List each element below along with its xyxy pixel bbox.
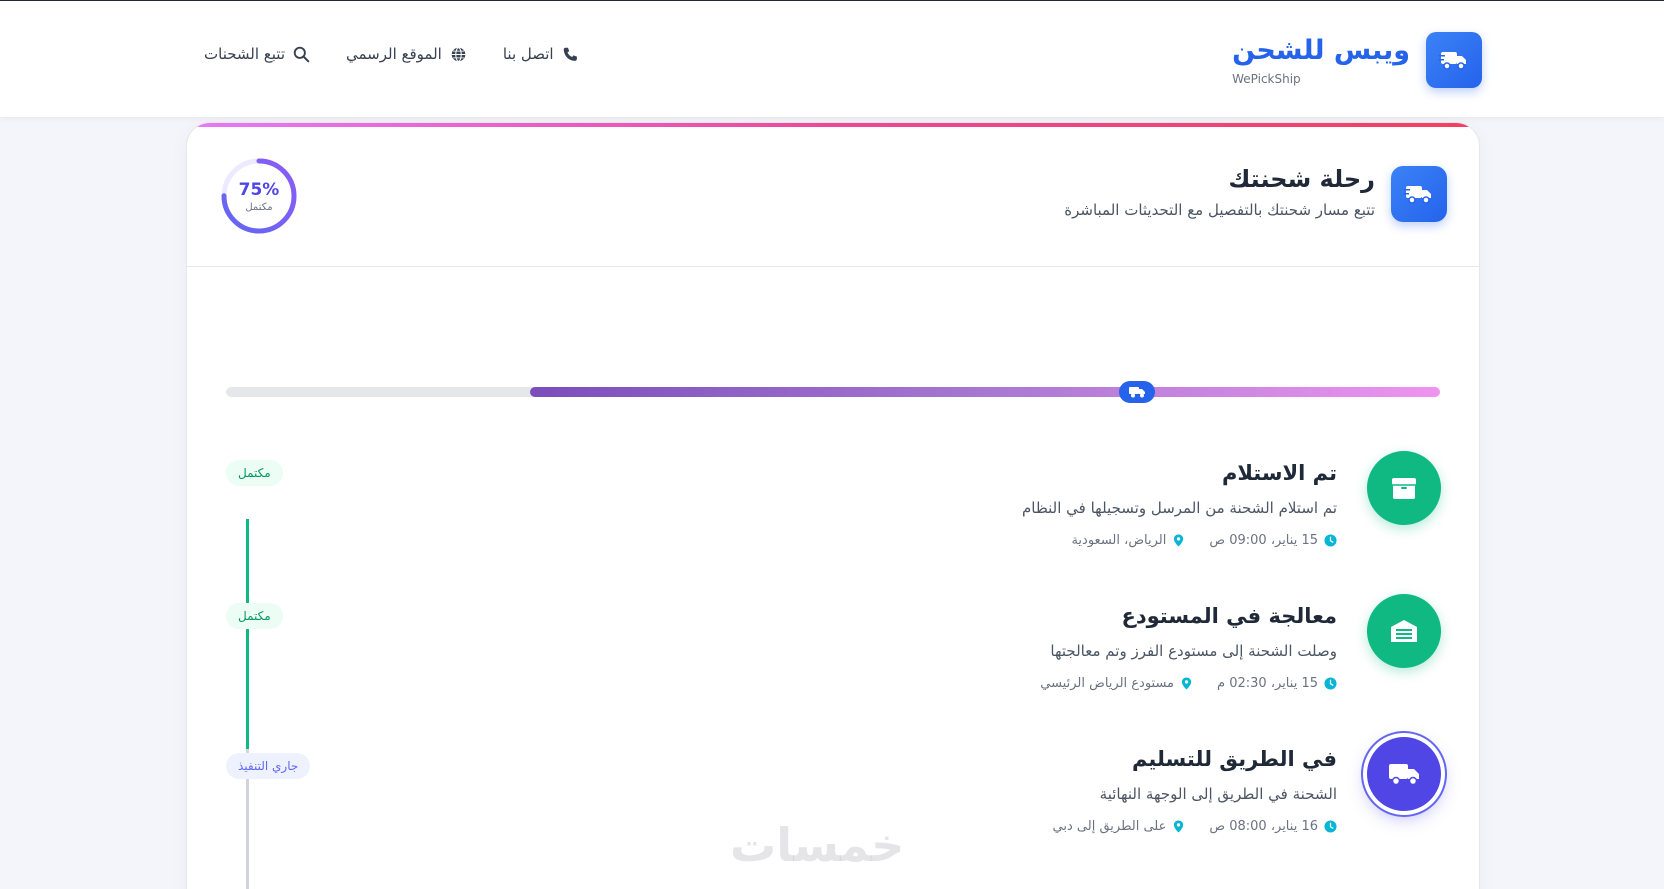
progress-label: مكتمل <box>245 201 273 213</box>
step-location: مستودع الرياض الرئيسي <box>1040 676 1193 691</box>
phone-icon <box>563 47 577 61</box>
clock-icon <box>1324 677 1337 690</box>
brand-name: ويبس للشحن <box>1232 35 1410 66</box>
location-pin-icon <box>1174 534 1184 547</box>
progress-track-fill <box>529 387 1440 397</box>
location-pin-icon <box>1181 677 1192 690</box>
step-time: 15 يناير، 09:00 ص <box>1209 533 1337 548</box>
watermark: خمسات <box>730 818 905 872</box>
nav-track-shipments[interactable]: تتبع الشحنات <box>204 45 310 63</box>
step-time: 15 يناير، 02:30 م <box>1217 676 1337 691</box>
journey-card: رحلة شحنتك تتبع مسار شحنتك بالتفصيل مع ا… <box>186 122 1480 889</box>
step-location-text: مستودع الرياض الرئيسي <box>1040 676 1175 691</box>
truck-icon <box>1389 764 1419 786</box>
step-icon-circle <box>1367 451 1441 525</box>
truck-icon <box>1404 186 1431 204</box>
step-location-text: الرياض، السعودية <box>1071 533 1167 548</box>
journey-subtitle: تتبع مسار شحنتك بالتفصيل مع التحديثات ال… <box>1064 201 1375 219</box>
truck-icon <box>1128 387 1145 398</box>
top-header: ويبس للشحن WePickShip تتبع الشحنات الموق… <box>0 0 1664 117</box>
status-badge: مكتمل <box>226 603 283 629</box>
step-description: وصلت الشحنة إلى مستودع الفرز وتم معالجته… <box>1050 642 1337 660</box>
step-title: تم الاستلام <box>1221 461 1337 485</box>
step-title: معالجة في المستودع <box>1121 604 1337 628</box>
progress-track <box>226 381 1440 403</box>
nav-official-site[interactable]: الموقع الرسمي <box>346 45 467 63</box>
brand-logo <box>1426 32 1482 88</box>
progress-truck-marker <box>1118 381 1155 403</box>
globe-icon <box>451 46 466 62</box>
progress-percent: 75% <box>238 179 280 200</box>
main-nav: تتبع الشحنات الموقع الرسمي اتصل بنا <box>204 45 579 63</box>
journey-header: رحلة شحنتك تتبع مسار شحنتك بالتفصيل مع ا… <box>187 127 1479 267</box>
progress-ring: 75% مكتمل <box>219 156 299 236</box>
step-time-text: 15 يناير، 02:30 م <box>1217 676 1318 691</box>
timeline-step-warehouse: معالجة في المستودع وصلت الشحنة إلى مستود… <box>187 594 1479 734</box>
brand-subtitle: WePickShip <box>1232 72 1301 86</box>
box-icon <box>1392 478 1416 499</box>
step-location: الرياض، السعودية <box>1071 533 1185 548</box>
nav-label: الموقع الرسمي <box>346 45 442 63</box>
step-icon-circle <box>1367 594 1441 668</box>
step-description: الشحنة في الطريق إلى الوجهة النهائية <box>1099 785 1337 803</box>
journey-title: رحلة شحنتك <box>1228 165 1375 193</box>
clock-icon <box>1324 820 1337 833</box>
truck-icon <box>1439 52 1466 70</box>
status-badge: مكتمل <box>226 460 283 486</box>
step-icon-circle <box>1367 737 1441 811</box>
step-description: تم استلام الشحنة من المرسل وتسجيلها في ا… <box>1021 499 1337 517</box>
search-icon <box>293 46 310 62</box>
nav-label: اتصل بنا <box>502 45 554 63</box>
clock-icon <box>1324 534 1337 547</box>
step-location: على الطريق إلى دبي <box>1053 819 1186 834</box>
brand[interactable]: ويبس للشحن WePickShip <box>1232 31 1482 89</box>
step-location-text: على الطريق إلى دبي <box>1052 819 1167 834</box>
nav-label: تتبع الشحنات <box>204 45 285 63</box>
timeline-step-received: تم الاستلام تم استلام الشحنة من المرسل و… <box>187 451 1479 591</box>
step-time-text: 15 يناير، 09:00 ص <box>1209 533 1318 548</box>
status-badge: جاري التنفيذ <box>226 753 311 779</box>
location-pin-icon <box>1174 820 1184 833</box>
step-time-text: 16 يناير، 08:00 ص <box>1209 819 1318 834</box>
warehouse-icon <box>1391 620 1417 642</box>
step-title: في الطريق للتسليم <box>1131 747 1337 771</box>
journey-icon <box>1391 166 1447 222</box>
step-time: 16 يناير، 08:00 ص <box>1209 819 1337 834</box>
nav-contact[interactable]: اتصل بنا <box>503 45 579 63</box>
